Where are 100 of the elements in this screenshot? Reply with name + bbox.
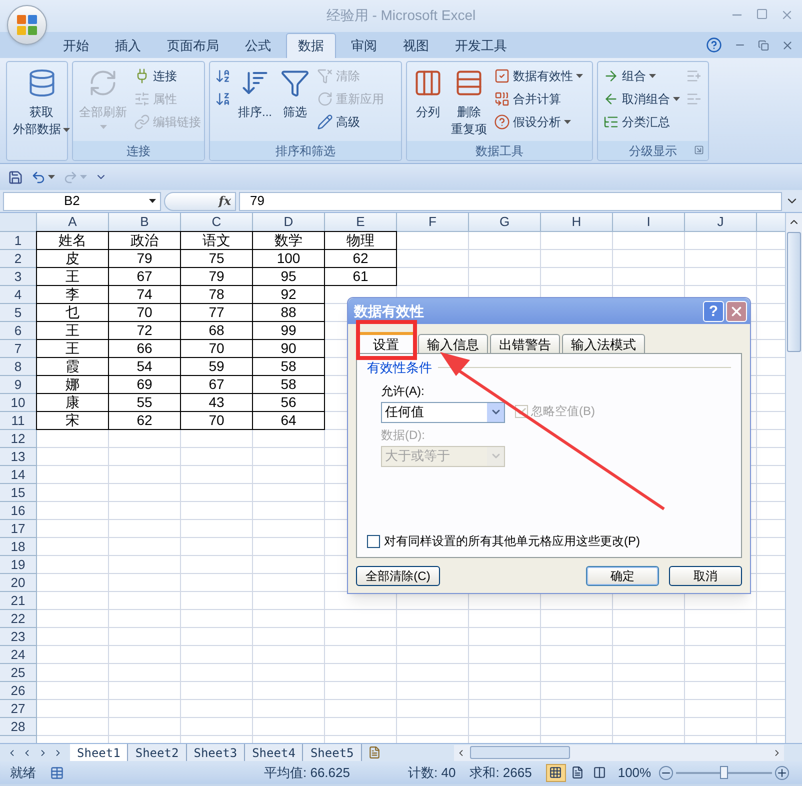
row-header[interactable]: 23 [0,628,37,646]
view-button[interactable] [546,764,566,782]
ribbon-tab[interactable]: 公式 [234,33,282,58]
close-icon[interactable] [781,38,794,52]
ribbon-tab[interactable]: 视图 [392,33,440,58]
undo-icon[interactable] [31,170,46,184]
ribbon-button[interactable]: 组合 [601,65,682,87]
sheet-tab[interactable]: Sheet5 [303,744,362,761]
row-header[interactable]: 19 [0,556,37,574]
filter-clear-icon [317,68,334,84]
dialog-title: 数据有效性 [354,302,424,320]
apply-all-label: 对有同样设置的所有其他单元格应用这些更改(P) [384,533,640,550]
ribbon-tab[interactable]: 开始 [52,33,100,58]
row-header[interactable]: 11 [0,412,37,430]
dialog-button[interactable]: 取消 [669,566,742,586]
sheet-tab[interactable]: Sheet4 [245,744,304,761]
ribbon-large-button[interactable]: 筛选 [277,64,314,141]
help-button[interactable]: ? [703,300,724,322]
table-cell: 75 [208,250,224,266]
sheet-tab[interactable]: Sheet3 [186,744,246,761]
row-header[interactable]: 9 [0,376,37,394]
ribbon-button[interactable]: 取消组合 [601,88,682,110]
row-header[interactable]: 20 [0,574,37,592]
ribbon-button[interactable]: 高级 [315,111,386,133]
ribbon-large-button[interactable]: 删除 重复项 [448,64,490,141]
row-header[interactable]: 5 [0,304,37,322]
row-header[interactable]: 24 [0,646,37,664]
ribbon-button[interactable]: 分类汇总 [601,111,682,133]
ribbon-large-button[interactable]: 排序... [235,64,276,141]
ribbon-tab[interactable]: 审阅 [340,33,388,58]
row-header[interactable]: 25 [0,664,37,682]
column-header[interactable]: F [397,213,469,231]
row-header[interactable]: 10 [0,394,37,412]
ribbon-tab[interactable]: 插入 [104,33,152,58]
row-header[interactable]: 12 [0,430,37,448]
formula-field[interactable]: 79 [239,192,782,210]
column-header[interactable]: J [685,213,757,231]
dialog-button[interactable]: 全部清除(C) [356,566,440,586]
row-header[interactable]: 27 [0,700,37,718]
count-text: 计数: 40 [408,764,456,782]
apply-all-checkbox[interactable] [367,534,380,548]
ribbon-button[interactable]: 合并计算 [492,88,585,110]
dialog-tab[interactable]: 出错警告 [490,334,560,353]
allow-select[interactable]: 任何值 [381,402,505,422]
vertical-scrollbar[interactable] [785,213,802,743]
ribbon-tab[interactable]: 页面布局 [156,33,230,58]
sheet-tab[interactable]: Sheet2 [128,744,187,761]
ribbon-tab[interactable]: 数据 [286,33,336,58]
ribbon-tab[interactable]: 开发工具 [444,33,518,58]
close-button[interactable] [726,300,747,322]
row-header[interactable]: 4 [0,286,37,304]
row-header[interactable]: 7 [0,340,37,358]
row-header[interactable]: 18 [0,538,37,556]
row-header[interactable]: 16 [0,502,37,520]
zoom-thumb[interactable] [720,766,728,778]
row-header[interactable]: 8 [0,358,37,376]
close-icon[interactable] [780,8,794,22]
scroll-thumb[interactable] [470,746,570,759]
dialog-launcher-icon[interactable] [694,145,704,155]
columns-icon [413,68,443,98]
row-header[interactable]: 28 [0,718,37,736]
restore-icon[interactable] [758,40,769,50]
macro-record-icon[interactable] [50,766,64,780]
column-header[interactable]: G [469,213,541,231]
table-cell: 娜 [66,376,80,392]
column-header[interactable]: I [613,213,685,231]
scroll-thumb[interactable] [787,232,801,352]
row-header[interactable]: 15 [0,484,37,502]
maximize-icon[interactable] [756,8,768,20]
ribbon-button[interactable]: 假设分析 [492,111,585,133]
dialog-tab[interactable]: 输入信息 [418,334,488,353]
row-header[interactable]: 13 [0,448,37,466]
row-header[interactable]: 22 [0,610,37,628]
zoom-out-icon[interactable] [659,766,674,780]
row-header[interactable]: 1 [0,232,37,250]
data-label: 数据(D): [381,426,426,444]
horizontal-scrollbar[interactable] [454,744,784,760]
help-icon[interactable] [706,37,722,53]
row-header[interactable]: 14 [0,466,37,484]
column-header[interactable]: H [541,213,613,231]
row-header[interactable]: 17 [0,520,37,538]
row-header[interactable]: 3 [0,268,37,286]
row-header[interactable]: 6 [0,322,37,340]
function-button[interactable]: fx [218,192,231,210]
name-box[interactable]: B2 [3,192,161,210]
table-cell: 67 [208,376,224,392]
group-title: 排序和筛选 [276,142,336,160]
row-header[interactable]: 2 [0,250,37,268]
insert-sheet-icon[interactable] [368,746,381,759]
dialog-tab[interactable]: 输入法模式 [562,334,645,353]
row-header[interactable]: 26 [0,682,37,700]
ribbon-large-button[interactable]: 分列 [410,64,446,141]
ribbon-button[interactable]: 连接 [132,65,203,87]
zoom-in-icon[interactable] [775,766,790,780]
row-header[interactable]: 21 [0,592,37,610]
save-icon[interactable] [8,170,23,184]
dialog-button[interactable]: 确定 [586,566,659,586]
ribbon-large-button[interactable]: 获取 外部数据 [10,64,73,160]
ribbon-button[interactable]: 数据有效性 [492,65,585,87]
sheet-tab[interactable]: Sheet1 [70,744,128,761]
